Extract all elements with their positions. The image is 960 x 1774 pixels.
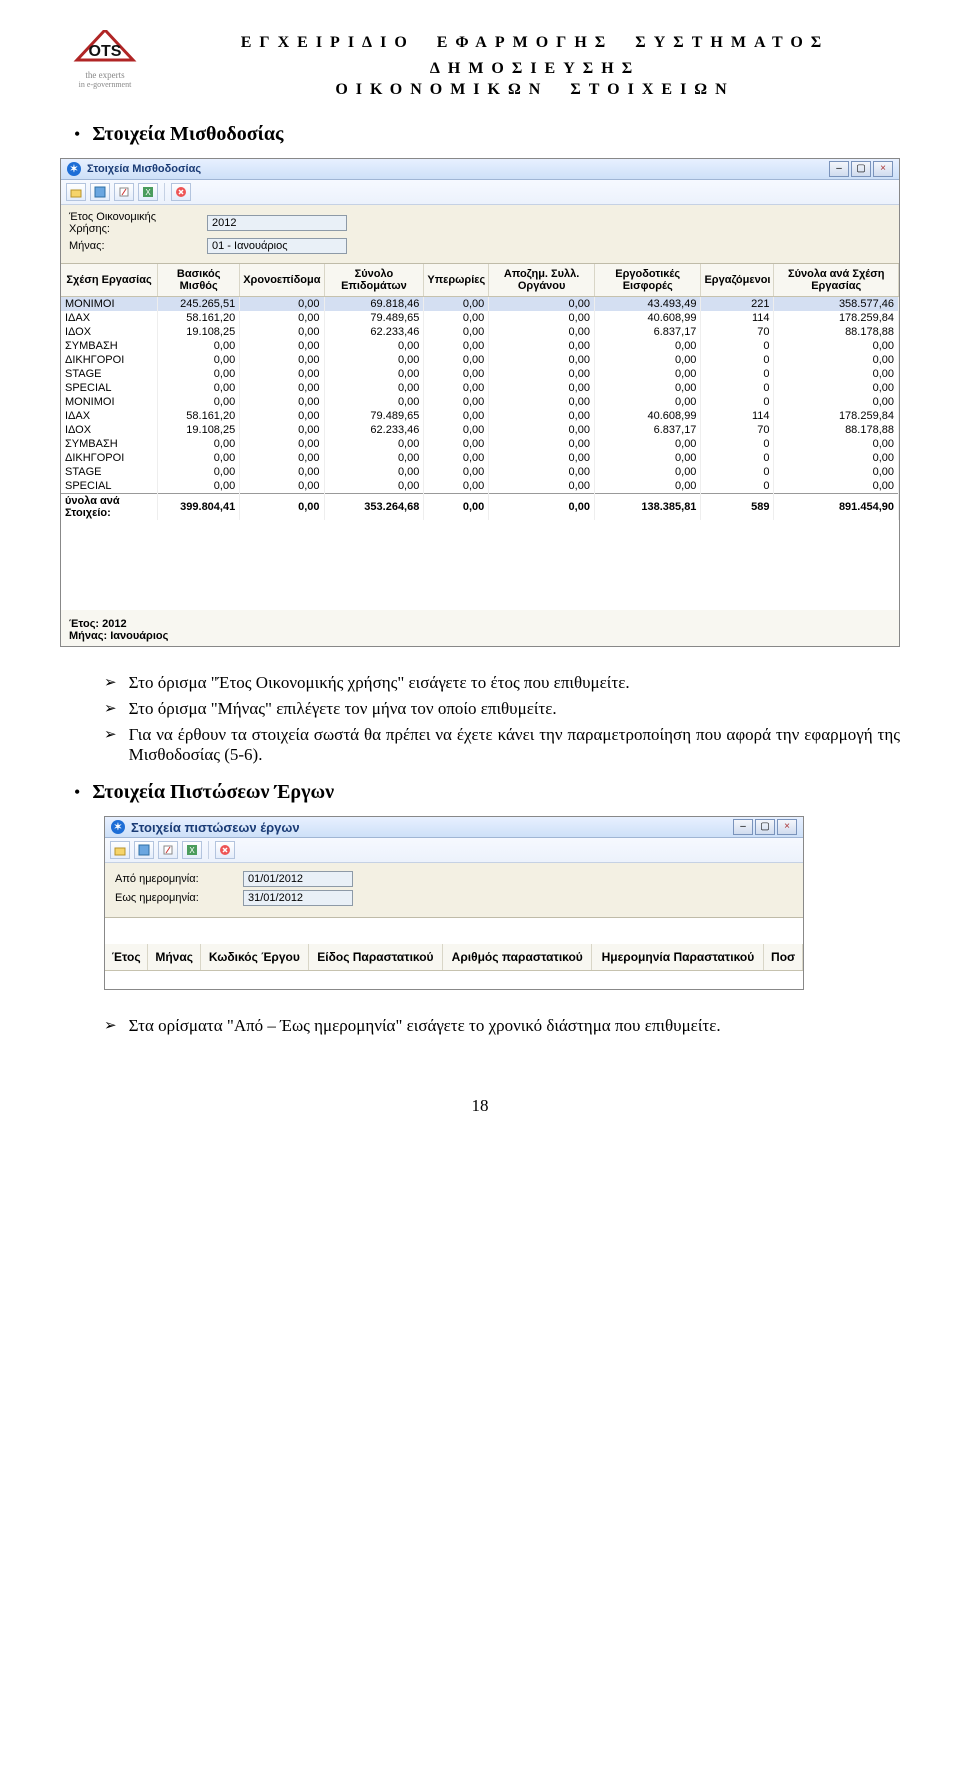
section-heading-projects: Στοιχεία Πιστώσεων Έργων [92, 781, 334, 804]
export-icon[interactable] [114, 183, 134, 201]
table-row[interactable]: STAGE0,000,000,000,000,000,0000,00 [61, 465, 899, 479]
save-icon[interactable] [90, 183, 110, 201]
doc-title-line-1: ΕΓΧΕΙΡΙΔΙΟ ΕΦΑΡΜΟΓΗΣ ΣΥΣΤΗΜΑΤΟΣ ΔΗΜΟΣΙΕΥ… [170, 30, 900, 81]
bullet-icon: • [74, 783, 80, 801]
column-header: Μήνας [148, 944, 201, 971]
svg-text:X: X [189, 846, 195, 855]
list-item: ➢Στα ορίσματα "Από – Έως ημερομηνία" εισ… [104, 1016, 900, 1036]
table-row[interactable]: ΙΔΑΧ58.161,200,0079.489,650,000,0040.608… [61, 311, 899, 325]
column-header: Κωδικός Έργου [200, 944, 308, 971]
from-date-input[interactable]: 01/01/2012 [243, 871, 353, 887]
column-header: Υπερωρίες [424, 264, 489, 297]
table-row[interactable]: SPECIAL0,000,000,000,000,000,0000,00 [61, 381, 899, 395]
bullet-icon: • [74, 125, 80, 143]
column-header: Βασικός Μισθός [158, 264, 240, 297]
column-header: Ημερομηνία Παραστατικού [592, 944, 764, 971]
project-credits-table: ΈτοςΜήναςΚωδικός ΈργουΕίδος Παραστατικού… [105, 944, 803, 971]
logo-subtitle-1: the experts [60, 70, 150, 80]
column-header: Αποζημ. Συλλ. Οργάνου [489, 264, 595, 297]
month-input[interactable]: 01 - Ιανουάριος [207, 238, 347, 254]
excel-icon[interactable]: X [138, 183, 158, 201]
maximize-button[interactable]: ▢ [755, 819, 775, 835]
payroll-table: Σχέση ΕργασίαςΒασικός ΜισθόςΧρονοεπίδομα… [61, 264, 899, 520]
from-date-label: Από ημερομηνία: [115, 873, 235, 885]
maximize-button[interactable]: ▢ [851, 161, 871, 177]
table-row[interactable]: ΜΟΝΙΜΟΙ245.265,510,0069.818,460,000,0043… [61, 297, 899, 312]
svg-text:OTS: OTS [89, 43, 122, 60]
open-icon[interactable] [66, 183, 86, 201]
save-icon[interactable] [134, 841, 154, 859]
table-row[interactable]: ΙΔΟΧ19.108,250,0062.233,460,000,006.837,… [61, 423, 899, 437]
column-header: Έτος [105, 944, 148, 971]
close-button[interactable]: × [777, 819, 797, 835]
column-header: Σχέση Εργασίας [61, 264, 158, 297]
minimize-button[interactable]: – [733, 819, 753, 835]
logo: OTS the experts in e-government [60, 30, 150, 89]
column-header: Είδος Παραστατικού [308, 944, 442, 971]
minimize-button[interactable]: – [829, 161, 849, 177]
window-title-2: Στοιχεία πιστώσεων έργων [131, 820, 733, 835]
table-row[interactable]: ΙΔΟΧ19.108,250,0062.233,460,000,006.837,… [61, 325, 899, 339]
column-header: Σύνολα ανά Σχέση Εργασίας [774, 264, 899, 297]
list-item: ➢Στο όρισμα "Μήνας" επιλέγετε τον μήνα τ… [104, 699, 900, 719]
list-item: ➢Για να έρθουν τα στοιχεία σωστά θα πρέπ… [104, 725, 900, 765]
year-input[interactable]: 2012 [207, 215, 347, 231]
column-header: Σύνολο Επιδομάτων [324, 264, 424, 297]
delete-icon[interactable] [171, 183, 191, 201]
page-number: 18 [60, 1096, 900, 1116]
close-button[interactable]: × [873, 161, 893, 177]
toolbar: X [105, 838, 803, 863]
excel-icon[interactable]: X [182, 841, 202, 859]
table-row[interactable]: ΜΟΝΙΜΟΙ0,000,000,000,000,000,0000,00 [61, 395, 899, 409]
column-header: Αριθμός παραστατικού [442, 944, 592, 971]
delete-icon[interactable] [215, 841, 235, 859]
arrow-icon: ➢ [104, 1016, 117, 1035]
column-header: Εργοδοτικές Εισφορές [594, 264, 700, 297]
table-row[interactable]: STAGE0,000,000,000,000,000,0000,00 [61, 367, 899, 381]
project-credits-window: ✶ Στοιχεία πιστώσεων έργων – ▢ × X Από η… [104, 816, 804, 990]
to-date-label: Εως ημερομηνία: [115, 892, 235, 904]
logo-subtitle-2: in e-government [60, 80, 150, 89]
svg-text:X: X [145, 188, 151, 197]
section-heading-payroll: Στοιχεία Μισθοδοσίας [92, 123, 283, 146]
column-header: Ποσ [764, 944, 803, 971]
year-label: Έτος Οικονομικής Χρήσης: [69, 211, 199, 235]
footer-month: Μήνας: Ιανουάριος [69, 630, 891, 642]
arrow-icon: ➢ [104, 673, 117, 692]
table-row[interactable]: ΔΙΚΗΓΟΡΟΙ0,000,000,000,000,000,0000,00 [61, 451, 899, 465]
payroll-window: ✶ Στοιχεία Μισθοδοσίας – ▢ × X Έτος Οικο… [60, 158, 900, 647]
month-label: Μήνας: [69, 240, 199, 252]
table-row[interactable]: ΙΔΑΧ58.161,200,0079.489,650,000,0040.608… [61, 409, 899, 423]
to-date-input[interactable]: 31/01/2012 [243, 890, 353, 906]
totals-row: ύνολα ανά Στοιχείο:399.804,410,00353.264… [61, 494, 899, 521]
app-icon: ✶ [67, 162, 81, 176]
doc-title-line-2: ΟΙΚΟΝΟΜΙΚΩΝ ΣΤΟΙΧΕΙΩΝ [170, 81, 900, 99]
list-item: ➢Στο όρισμα "Έτος Οικονομικής χρήσης" ει… [104, 673, 900, 693]
open-icon[interactable] [110, 841, 130, 859]
table-row[interactable]: ΔΙΚΗΓΟΡΟΙ0,000,000,000,000,000,0000,00 [61, 353, 899, 367]
table-row[interactable]: SPECIAL0,000,000,000,000,000,0000,00 [61, 479, 899, 494]
table-row[interactable]: ΣΥΜΒΑΣΗ0,000,000,000,000,000,0000,00 [61, 437, 899, 451]
window-title: Στοιχεία Μισθοδοσίας [87, 163, 829, 175]
document-title-block: ΕΓΧΕΙΡΙΔΙΟ ΕΦΑΡΜΟΓΗΣ ΣΥΣΤΗΜΑΤΟΣ ΔΗΜΟΣΙΕΥ… [170, 30, 900, 99]
footer-year: Έτος: 2012 [69, 618, 891, 630]
app-icon: ✶ [111, 820, 125, 834]
arrow-icon: ➢ [104, 699, 117, 718]
table-row[interactable]: ΣΥΜΒΑΣΗ0,000,000,000,000,000,0000,00 [61, 339, 899, 353]
toolbar: X [61, 180, 899, 205]
export-icon[interactable] [158, 841, 178, 859]
column-header: Χρονοεπίδομα [240, 264, 324, 297]
column-header: Εργαζόμενοι [701, 264, 774, 297]
arrow-icon: ➢ [104, 725, 117, 744]
